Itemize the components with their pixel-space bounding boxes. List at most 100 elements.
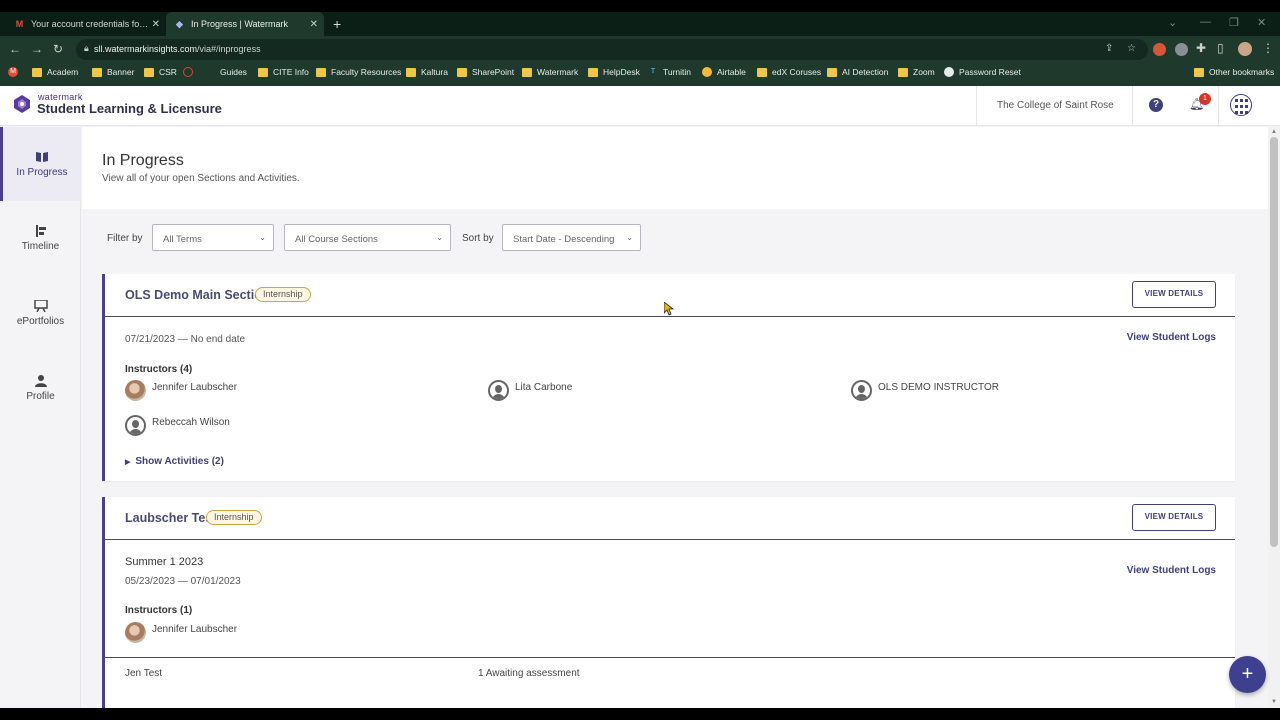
tab-search-icon[interactable]: ⌄: [1168, 16, 1177, 29]
bookmark-item[interactable]: CSR: [144, 67, 177, 77]
person-icon: [34, 375, 47, 387]
sidebar-item-profile[interactable]: Profile: [0, 351, 81, 425]
show-activities-toggle[interactable]: ▶ Show Activities (2): [125, 456, 224, 467]
browser-menu-icon[interactable]: ⋮: [1262, 41, 1274, 55]
globe-icon: [944, 67, 954, 77]
side-panel-icon[interactable]: ▯: [1217, 41, 1224, 55]
avatar: [125, 415, 146, 436]
avatar: [488, 380, 509, 401]
divider: [976, 86, 977, 126]
page-header: In Progress View all of your open Sectio…: [82, 127, 1268, 209]
bookmark-item[interactable]: Guides: [220, 67, 247, 77]
grammarly-icon[interactable]: [1175, 43, 1188, 56]
section-title[interactable]: OLS Demo Main Section: [125, 288, 269, 302]
folder-icon: [258, 67, 268, 77]
bookmark-item[interactable]: Banner: [92, 67, 134, 77]
view-details-button[interactable]: VIEW DETAILS: [1132, 281, 1216, 308]
student-name[interactable]: Jen Test: [125, 668, 162, 679]
view-details-button[interactable]: VIEW DETAILS: [1132, 504, 1216, 531]
chevron-down-icon: ⌄: [259, 233, 266, 242]
scrollbar-thumb[interactable]: [1270, 137, 1278, 547]
avatar: [125, 622, 146, 643]
institution-name[interactable]: The College of Saint Rose: [997, 100, 1114, 111]
bookmark-item[interactable]: edX Coruses: [757, 67, 821, 77]
instructor: Rebeccah Wilson: [125, 415, 230, 436]
divider: [105, 657, 1235, 658]
app-launcher-icon[interactable]: [1230, 94, 1252, 116]
folder-icon: [827, 67, 837, 77]
sidebar-item-eportfolios[interactable]: ePortfolios: [0, 276, 81, 350]
bookmark-item[interactable]: Watermark: [522, 67, 578, 77]
avatar: [125, 380, 146, 401]
avatar: [851, 380, 872, 401]
share-icon[interactable]: ⇪: [1105, 43, 1113, 54]
app-title[interactable]: Student Learning & Licensure: [37, 101, 222, 116]
scroll-up-icon[interactable]: ▲: [1271, 129, 1277, 135]
section-title[interactable]: Laubscher Test: [125, 511, 216, 525]
bookmark-item[interactable]: HelpDesk: [588, 67, 640, 77]
bookmark-item[interactable]: Kaltura: [406, 67, 448, 77]
sidebar-item-in-progress[interactable]: In Progress: [0, 127, 81, 201]
sort-select[interactable]: Start Date - Descending ⌄: [502, 224, 641, 251]
term-name: Summer 1 2023: [125, 556, 204, 568]
instructors-heading: Instructors (4): [125, 364, 193, 375]
extensions-puzzle-icon[interactable]: ✚: [1196, 41, 1206, 55]
reload-icon[interactable]: ↻: [53, 42, 63, 56]
sidebar-item-label: In Progress: [16, 167, 68, 178]
page-subtitle: View all of your open Sections and Activ…: [102, 173, 300, 184]
instructor-name: Jennifer Laubscher: [152, 624, 238, 635]
sidebar-item-label: ePortfolios: [16, 316, 65, 327]
bookmark-item[interactable]: Zoom: [898, 67, 935, 77]
watermark-logo-icon: [14, 95, 30, 113]
bookmark-item[interactable]: [183, 67, 198, 77]
sidebar-item-timeline[interactable]: Timeline: [0, 201, 81, 275]
course-sections-filter-select[interactable]: All Course Sections ⌄: [284, 224, 451, 251]
browser-tab-watermark[interactable]: ◆ In Progress | Watermark ✕: [166, 12, 324, 36]
bookmark-item[interactable]: Academ: [32, 67, 78, 77]
maximize-icon[interactable]: ❐: [1229, 16, 1239, 29]
bookmark-star-icon[interactable]: ☆: [1127, 43, 1136, 54]
gmail-icon: M: [15, 19, 24, 29]
instructors-heading: Instructors (1): [125, 605, 193, 616]
assessment-status[interactable]: 1 Awaiting assessment: [478, 668, 580, 679]
app-header: watermark Student Learning & Licensure T…: [0, 86, 1280, 126]
filter-by-label: Filter by: [107, 233, 143, 244]
terms-filter-select[interactable]: All Terms ⌄: [152, 224, 274, 251]
help-icon[interactable]: ?: [1149, 98, 1163, 112]
page-scrollbar[interactable]: ▲ ▼: [1268, 127, 1280, 708]
browser-tab-gmail[interactable]: M Your account credentials for Wat ✕: [6, 12, 166, 36]
scroll-down-icon[interactable]: ▼: [1271, 699, 1277, 705]
profile-avatar[interactable]: [1238, 42, 1252, 56]
notification-badge: 1: [1199, 93, 1211, 105]
bookmark-item[interactable]: Faculty Resources: [316, 67, 401, 77]
instructor-name: Jennifer Laubscher: [152, 382, 238, 393]
minimize-icon[interactable]: —: [1200, 16, 1211, 28]
url-field[interactable]: 🔒︎ sll.watermarkinsights.com/via#/inprog…: [76, 39, 1148, 60]
bookmark-item[interactable]: SharePoint: [457, 67, 514, 77]
bookmark-item[interactable]: CITE Info: [258, 67, 309, 77]
bookmark-item[interactable]: M: [8, 67, 23, 77]
instructor-name: Lita Carbone: [515, 382, 573, 393]
bookmark-item[interactable]: Password Reset: [944, 67, 1021, 77]
extension-badge-icon[interactable]: [1153, 43, 1166, 56]
bookmark-item[interactable]: AI Detection: [827, 67, 888, 77]
bookmark-item[interactable]: T Turnitin: [648, 67, 691, 77]
forward-icon[interactable]: →: [31, 42, 43, 56]
chevron-down-icon: ⌄: [626, 233, 633, 242]
tab-title: Your account credentials for Wat: [31, 19, 151, 29]
view-student-logs-link[interactable]: View Student Logs: [1127, 332, 1216, 343]
close-window-icon[interactable]: ✕: [1257, 16, 1266, 29]
close-tab-icon[interactable]: ✕: [310, 19, 318, 30]
new-tab-icon[interactable]: +: [333, 16, 341, 32]
close-tab-icon[interactable]: ✕: [152, 19, 160, 30]
back-icon[interactable]: ←: [9, 42, 21, 56]
view-student-logs-link[interactable]: View Student Logs: [1127, 565, 1216, 576]
caret-right-icon: ▶: [125, 459, 131, 466]
lock-icon: 🔒︎: [84, 43, 89, 53]
bookmark-item[interactable]: Airtable: [702, 67, 746, 77]
other-bookmarks[interactable]: Other bookmarks: [1194, 67, 1274, 77]
type-badge: Internship: [206, 510, 262, 525]
sidebar-item-label: Timeline: [21, 241, 60, 252]
instructor: OLS DEMO INSTRUCTOR: [851, 380, 999, 401]
add-fab-button[interactable]: +: [1229, 656, 1266, 693]
